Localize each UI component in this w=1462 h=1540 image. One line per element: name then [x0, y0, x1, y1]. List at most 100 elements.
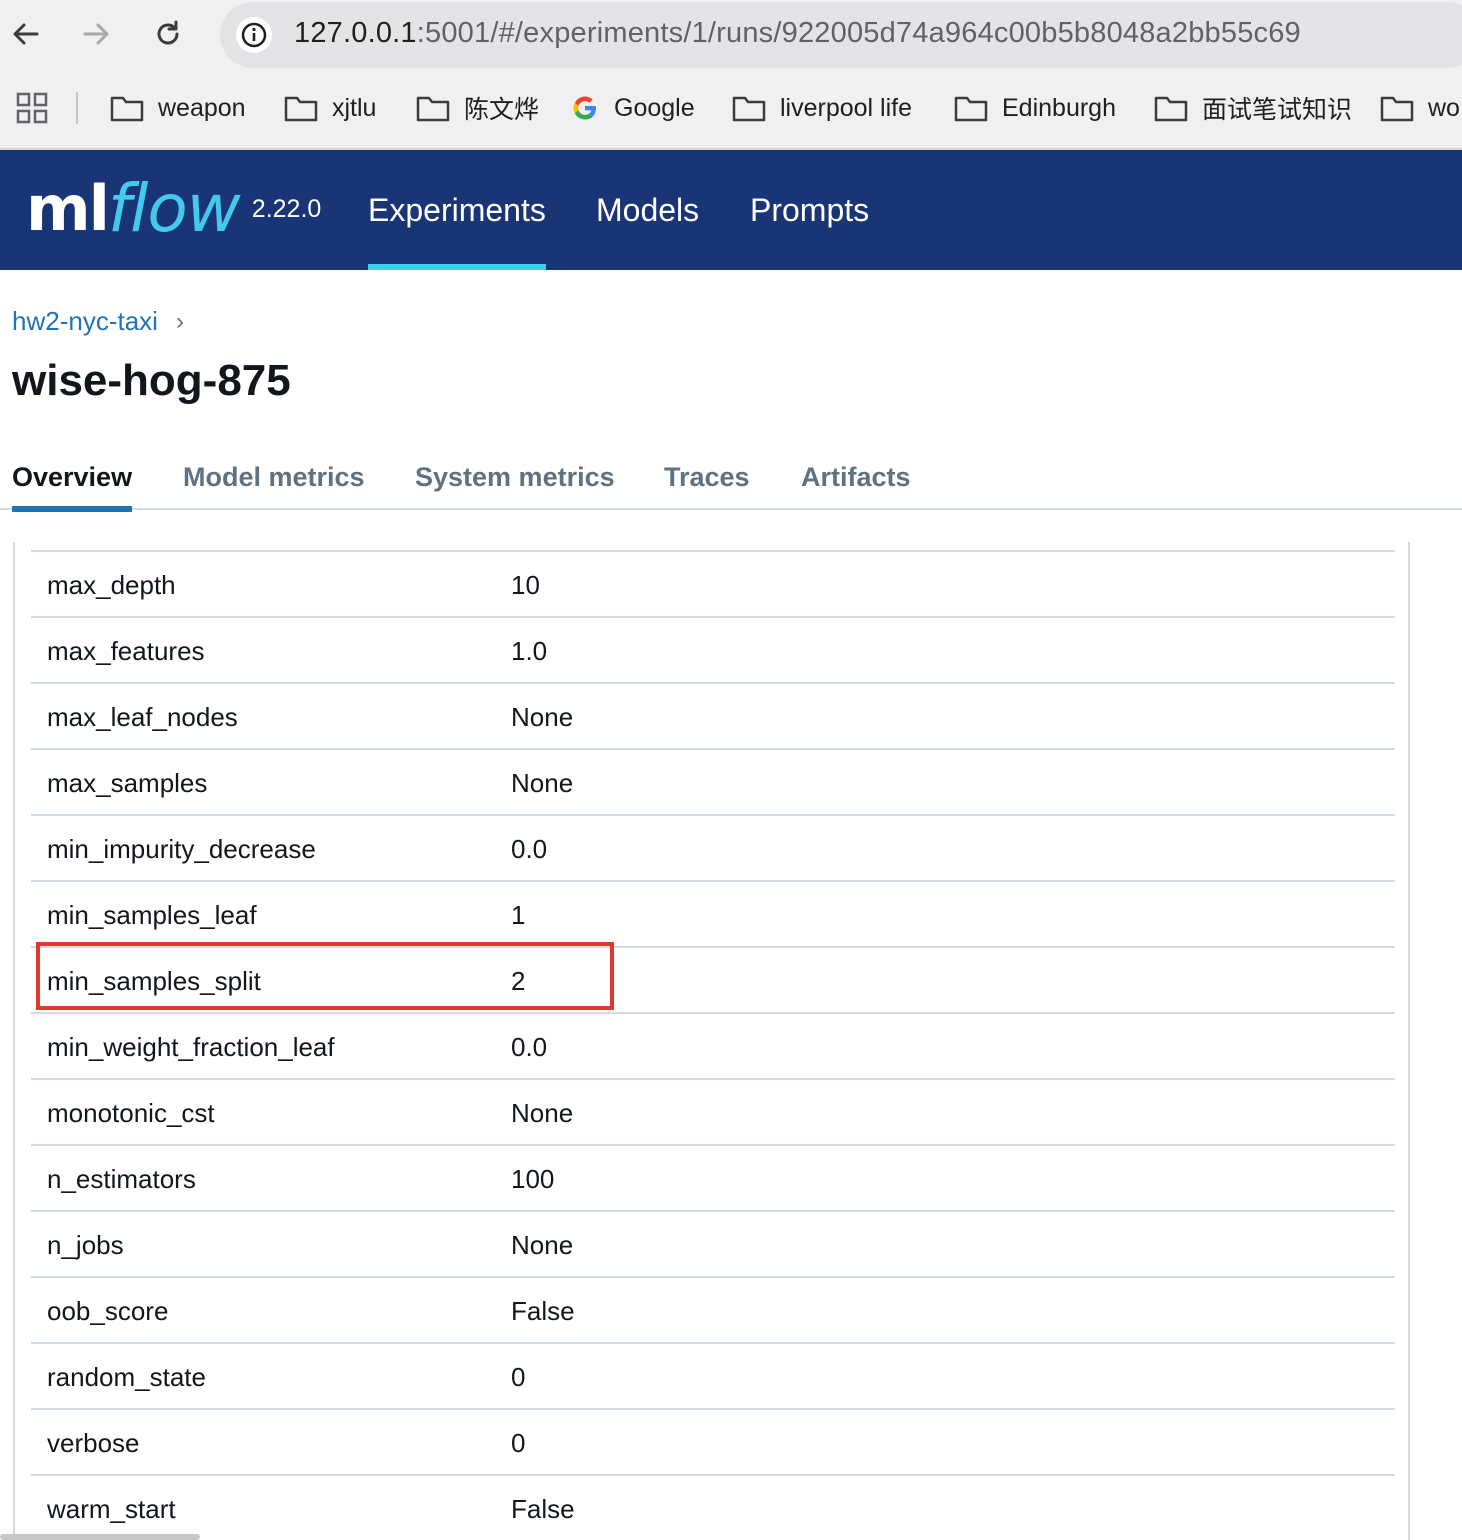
param-key: n_jobs	[47, 1230, 124, 1260]
run-tabs: Overview Model metrics System metrics Tr…	[0, 450, 1462, 512]
app-version: 2.22.0	[251, 195, 322, 223]
folder-icon	[416, 96, 450, 122]
tab-overview[interactable]: Overview	[12, 462, 133, 512]
table-row: random_state 0	[31, 1342, 1395, 1408]
chevron-right-icon: ›	[175, 307, 184, 335]
param-key: warm_start	[47, 1494, 176, 1524]
param-key: n_estimators	[47, 1164, 196, 1194]
param-key: max_features	[47, 636, 205, 666]
param-key: max_leaf_nodes	[47, 702, 238, 732]
param-value: None	[511, 1230, 574, 1260]
param-value: False	[511, 1494, 575, 1524]
highlight-box	[36, 942, 614, 1010]
folder-icon	[284, 96, 318, 122]
apps-grid-icon	[16, 92, 48, 124]
table-row: oob_score False	[31, 1276, 1395, 1342]
breadcrumb: hw2-nyc-taxi ›	[12, 306, 184, 337]
forward-button[interactable]	[76, 14, 116, 54]
bookmark-folder[interactable]: Edinburgh	[954, 84, 1116, 132]
tab-label: Overview	[12, 462, 133, 492]
bookmark-folder[interactable]: liverpool life	[732, 84, 912, 132]
site-info-button[interactable]	[236, 17, 272, 53]
bookmarks-separator	[76, 92, 78, 124]
nav-label: Prompts	[750, 191, 870, 228]
table-row: min_impurity_decrease 0.0	[31, 814, 1395, 880]
param-key: max_samples	[47, 768, 208, 798]
tab-traces[interactable]: Traces	[664, 462, 750, 510]
table-row: monotonic_cst None	[31, 1078, 1395, 1144]
table-row: max_leaf_nodes None	[31, 682, 1395, 748]
tab-system-metrics[interactable]: System metrics	[415, 462, 615, 510]
reload-button[interactable]	[148, 14, 188, 54]
table-row: warm_start False	[31, 1474, 1395, 1540]
bookmark-label: xjtlu	[332, 93, 377, 122]
table-row: min_weight_fraction_leaf 0.0	[31, 1012, 1395, 1078]
address-bar[interactable]: 127.0.0.1:5001/#/experiments/1/runs/9220…	[220, 2, 1462, 68]
bookmark-folder[interactable]: 面试笔试知识	[1154, 84, 1352, 132]
arrow-right-icon	[83, 23, 109, 45]
google-icon	[573, 96, 596, 120]
param-value: 0	[511, 1428, 526, 1458]
page-title: wise-hog-875	[12, 356, 291, 405]
parameters-table: max_depth 10 max_features 1.0 max_leaf_nodes…	[31, 550, 1395, 1540]
nav-label: Models	[596, 191, 700, 228]
tab-label: System metrics	[415, 462, 615, 492]
bookmark-folder[interactable]: 陈文烨	[416, 84, 539, 132]
table-row: max_depth 10	[31, 550, 1395, 616]
tab-artifacts[interactable]: Artifacts	[801, 462, 911, 510]
arrow-left-icon	[13, 23, 39, 45]
bookmarks-bar: weapon xjtlu 陈文烨 Google liverpool life E…	[0, 84, 1462, 132]
param-key: verbose	[47, 1428, 140, 1458]
bookmark-label: wo	[1428, 93, 1460, 122]
url-host: 127.0.0.1	[294, 17, 417, 49]
breadcrumb-experiment-link[interactable]: hw2-nyc-taxi	[12, 306, 158, 337]
tab-model-metrics[interactable]: Model metrics	[183, 462, 365, 510]
horizontal-scrollbar[interactable]	[0, 1534, 200, 1540]
param-value: 100	[511, 1164, 555, 1194]
mlflow-logo[interactable]: ml flow 2.22.0	[26, 164, 321, 254]
url-text[interactable]: 127.0.0.1:5001/#/experiments/1/runs/9220…	[294, 17, 1301, 50]
bookmark-label: Google	[614, 93, 695, 122]
folder-icon	[732, 96, 766, 122]
bookmark-label: 面试笔试知识	[1202, 96, 1353, 124]
param-key: min_impurity_decrease	[47, 834, 316, 864]
nav-prompts[interactable]: Prompts	[750, 150, 869, 270]
url-path: :5001/#/experiments/1/runs/922005d74a964…	[416, 17, 1301, 49]
folder-icon	[1154, 96, 1188, 122]
bookmark-folder[interactable]: weapon	[110, 84, 246, 132]
param-value: 10	[511, 570, 540, 600]
bookmark-google[interactable]: Google	[570, 84, 695, 132]
param-value: None	[511, 1098, 574, 1128]
nav-experiments[interactable]: Experiments	[368, 150, 546, 270]
folder-icon	[1380, 96, 1414, 122]
param-key: monotonic_cst	[47, 1098, 215, 1128]
tab-label: Artifacts	[801, 462, 911, 492]
param-key: min_samples_leaf	[47, 900, 257, 930]
folder-icon	[954, 96, 988, 122]
bookmark-label: Edinburgh	[1002, 93, 1116, 122]
param-key: random_state	[47, 1362, 206, 1392]
bookmark-folder[interactable]: xjtlu	[284, 84, 376, 132]
bookmark-label: 陈文烨	[464, 96, 540, 124]
browser-chrome: 127.0.0.1:5001/#/experiments/1/runs/9220…	[0, 0, 1462, 150]
param-value: False	[511, 1296, 575, 1326]
nav-models[interactable]: Models	[596, 150, 699, 270]
table-row: min_samples_leaf 1	[31, 880, 1395, 946]
param-value: 1.0	[511, 636, 548, 666]
tab-label: Model metrics	[183, 462, 365, 492]
back-button[interactable]	[6, 14, 46, 54]
param-value: 0.0	[511, 1032, 548, 1062]
parameters-panel[interactable]: max_depth 10 max_features 1.0 max_leaf_nodes…	[13, 542, 1410, 1540]
logo-flow: flow	[107, 170, 241, 247]
param-key: min_weight_fraction_leaf	[47, 1032, 335, 1062]
logo-ml: ml	[26, 172, 110, 245]
table-row: max_samples None	[31, 748, 1395, 814]
info-icon	[241, 22, 267, 48]
tab-label: Traces	[664, 462, 750, 492]
param-value: None	[511, 702, 574, 732]
apps-button[interactable]	[16, 92, 48, 129]
param-value: 0.0	[511, 834, 548, 864]
nav-label: Experiments	[368, 191, 546, 228]
bookmark-folder[interactable]: wo	[1380, 84, 1460, 132]
param-value: None	[511, 768, 574, 798]
